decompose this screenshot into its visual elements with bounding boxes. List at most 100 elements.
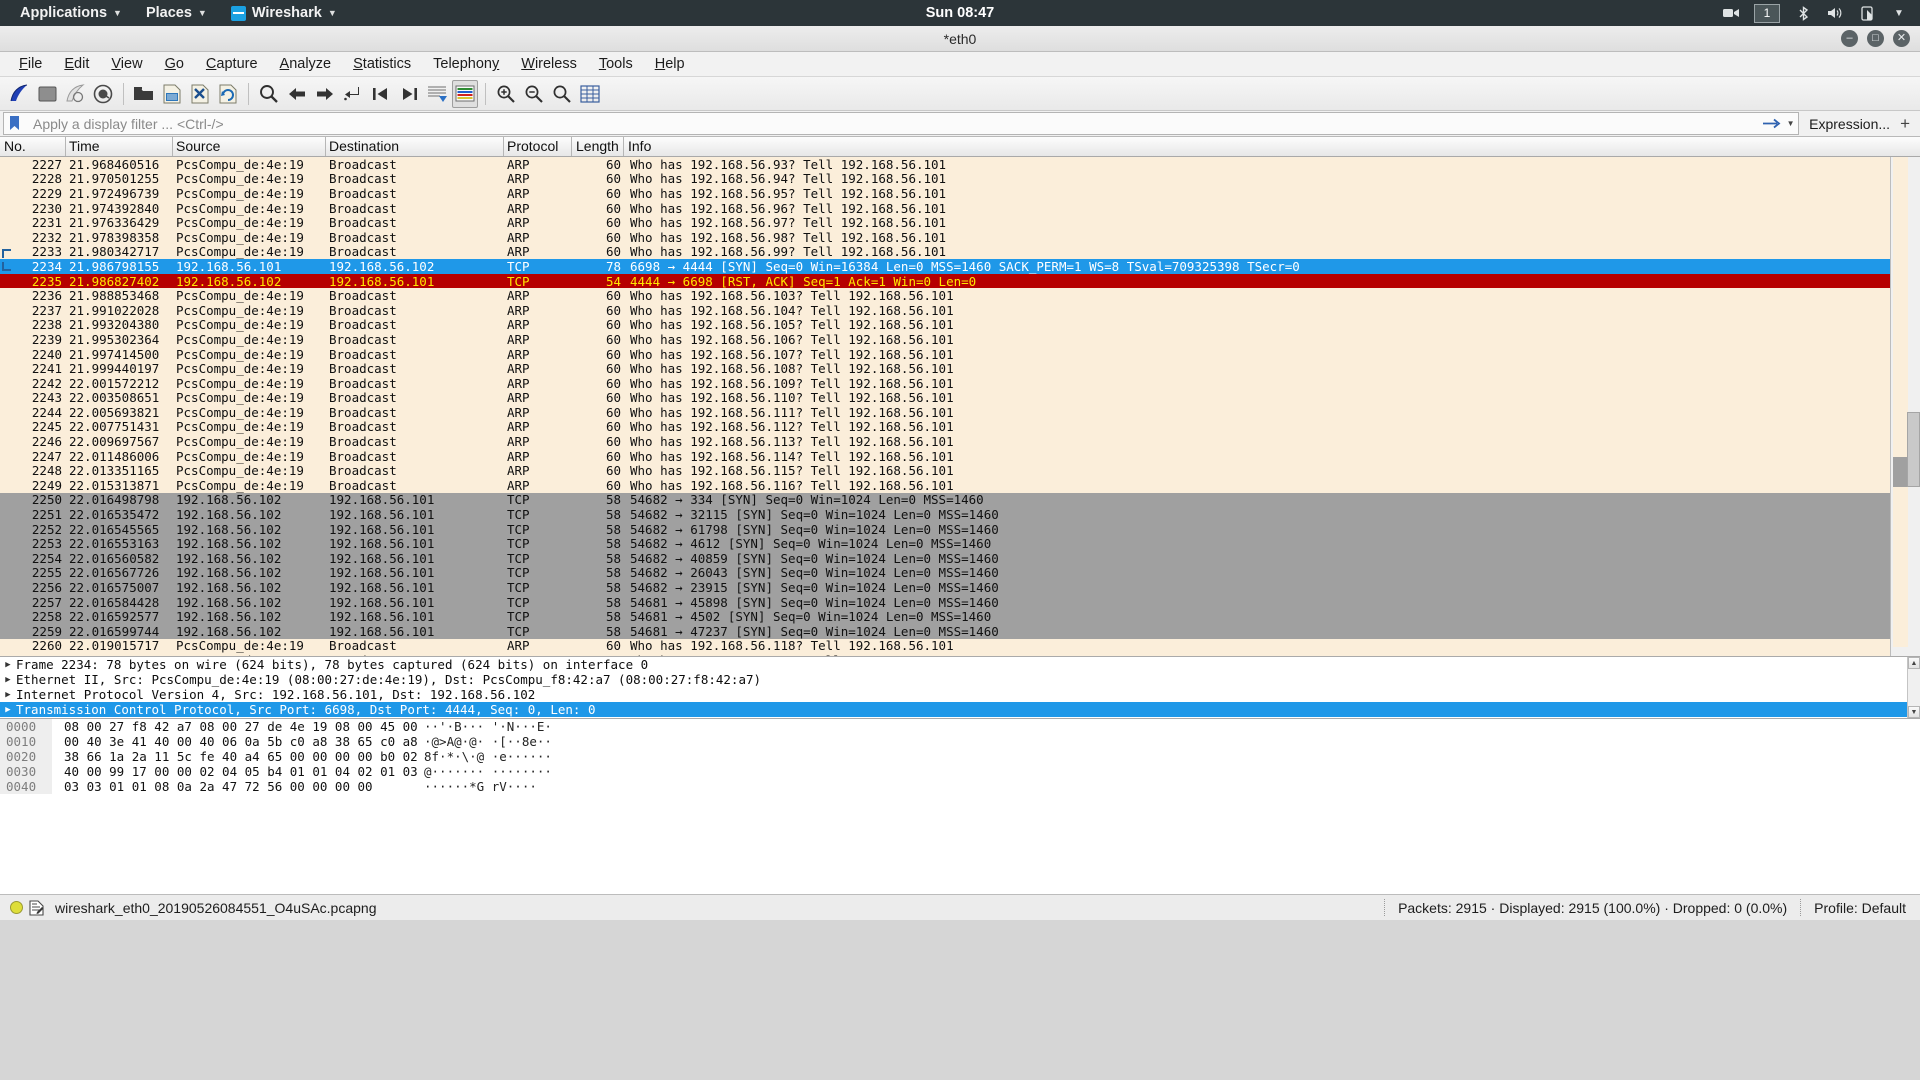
detail-tree-row[interactable]: ▶ Internet Protocol Version 4, Src: 192.1… (0, 687, 1920, 702)
packet-row[interactable]: 2240 21.997414500 PcsCompu_de:4e:19 Broadca… (0, 347, 1920, 362)
packet-row[interactable]: 2258 22.016592577 192.168.56.102 192.168.56… (0, 609, 1920, 624)
column-header-no[interactable]: No. (0, 137, 66, 156)
capture-file-icon[interactable] (29, 899, 44, 916)
zoom-out-icon[interactable] (521, 80, 547, 108)
camera-icon[interactable] (1722, 5, 1740, 21)
apply-filter-button[interactable]: ▼ (1759, 112, 1800, 135)
places-menu[interactable]: Places ▼ (134, 0, 219, 26)
go-forward-icon[interactable] (312, 80, 338, 108)
hex-dump-row[interactable]: 0020 38 66 1a 2a 11 5c fe 40 a4 65 00 00 … (0, 749, 1920, 764)
packet-row[interactable]: 2228 21.970501255 PcsCompu_de:4e:19 Broadca… (0, 171, 1920, 186)
packet-details-tree[interactable]: ▶ Frame 2234: 78 bytes on wire (624 bits)… (0, 657, 1920, 717)
column-header-time[interactable]: Time (66, 137, 173, 156)
restart-capture-icon[interactable] (62, 80, 88, 108)
save-file-icon[interactable] (159, 80, 185, 108)
column-header-protocol[interactable]: Protocol (504, 137, 572, 156)
resize-columns-icon[interactable] (577, 80, 603, 108)
chevron-down-icon[interactable]: ▼ (1890, 5, 1908, 21)
packet-row[interactable]: 2248 22.013351165 PcsCompu_de:4e:19 Broadca… (0, 463, 1920, 478)
go-last-packet-icon[interactable] (396, 80, 422, 108)
maximize-button[interactable]: □ (1867, 30, 1884, 47)
packet-row[interactable]: 2231 21.976336429 PcsCompu_de:4e:19 Broadca… (0, 215, 1920, 230)
packet-row[interactable]: 2239 21.995302364 PcsCompu_de:4e:19 Broadca… (0, 332, 1920, 347)
packet-bytes-list[interactable]: 0000 08 00 27 f8 42 a7 08 00 27 de 4e 19 … (0, 719, 1920, 794)
packet-row[interactable]: 2235 21.986827402 192.168.56.102 192.168.56… (0, 274, 1920, 289)
zoom-reset-icon[interactable] (549, 80, 575, 108)
volume-icon[interactable] (1826, 5, 1844, 21)
packet-row[interactable]: 2227 21.968460516 PcsCompu_de:4e:19 Broadca… (0, 157, 1920, 172)
scroll-up-arrow-icon[interactable]: ▲ (1908, 657, 1920, 669)
hex-dump-row[interactable]: 0030 40 00 99 17 00 00 02 04 05 b4 01 01 … (0, 764, 1920, 779)
packet-row[interactable]: 2251 22.016535472 192.168.56.102 192.168.56… (0, 507, 1920, 522)
expand-triangle-icon[interactable]: ▶ (0, 705, 16, 715)
reload-file-icon[interactable] (215, 80, 241, 108)
applications-menu[interactable]: Applications ▼ (8, 0, 134, 26)
go-back-icon[interactable] (284, 80, 310, 108)
menu-statistics[interactable]: Statistics (342, 54, 422, 74)
column-header-source[interactable]: Source (173, 137, 326, 156)
packet-row[interactable]: 2244 22.005693821 PcsCompu_de:4e:19 Broadca… (0, 405, 1920, 420)
go-to-packet-icon[interactable] (340, 80, 366, 108)
packet-row[interactable]: 2246 22.009697567 PcsCompu_de:4e:19 Broadca… (0, 434, 1920, 449)
packet-row[interactable]: 2241 21.999440197 PcsCompu_de:4e:19 Broadca… (0, 361, 1920, 376)
hex-dump-row[interactable]: 0010 00 40 3e 41 40 00 40 06 0a 5b c0 a8 … (0, 734, 1920, 749)
packet-list-scrollbar[interactable] (1890, 157, 1920, 656)
packet-row[interactable]: 2238 21.993204380 PcsCompu_de:4e:19 Broadca… (0, 317, 1920, 332)
packet-bytes-pane[interactable]: 0000 08 00 27 f8 42 a7 08 00 27 de 4e 19 … (0, 719, 1920, 894)
packet-row[interactable]: 2236 21.988853468 PcsCompu_de:4e:19 Broadca… (0, 288, 1920, 303)
packet-row[interactable]: 2229 21.972496739 PcsCompu_de:4e:19 Broadca… (0, 186, 1920, 201)
capture-options-icon[interactable] (90, 80, 116, 108)
packet-row[interactable]: 2256 22.016575007 192.168.56.102 192.168.56… (0, 580, 1920, 595)
menu-view[interactable]: View (100, 54, 153, 74)
packet-row[interactable]: 2254 22.016560582 192.168.56.102 192.168.56… (0, 551, 1920, 566)
packet-row[interactable]: 2237 21.991022028 PcsCompu_de:4e:19 Broadca… (0, 303, 1920, 318)
packet-row[interactable]: 2252 22.016545565 192.168.56.102 192.168.56… (0, 522, 1920, 537)
scrollbar-thumb[interactable] (1907, 412, 1920, 487)
packet-row[interactable]: 2230 21.974392840 PcsCompu_de:4e:19 Broadca… (0, 201, 1920, 216)
colorize-icon[interactable] (452, 79, 478, 108)
detail-tree-row[interactable]: ▶ Transmission Control Protocol, Src Port… (0, 702, 1920, 717)
column-header-destination[interactable]: Destination (326, 137, 504, 156)
profile-indicator[interactable]: Profile: Default (1814, 900, 1914, 916)
detail-pane-scrollbar[interactable]: ▲ ▼ (1907, 657, 1920, 718)
packet-details-pane[interactable]: ▶ Frame 2234: 78 bytes on wire (624 bits)… (0, 657, 1920, 719)
expert-info-icon[interactable] (10, 901, 23, 914)
menu-analyze[interactable]: Analyze (269, 54, 343, 74)
column-header-info[interactable]: Info (624, 137, 1920, 156)
auto-scroll-icon[interactable] (424, 80, 450, 108)
expand-triangle-icon[interactable]: ▶ (0, 690, 16, 700)
detail-tree-row[interactable]: ▶ Frame 2234: 78 bytes on wire (624 bits)… (0, 657, 1920, 672)
packet-row[interactable]: 2253 22.016553163 192.168.56.102 192.168.56… (0, 536, 1920, 551)
add-filter-button[interactable]: + (1900, 111, 1920, 136)
column-header-length[interactable]: Length (572, 137, 624, 156)
scroll-down-arrow-icon[interactable]: ▼ (1908, 706, 1920, 718)
menu-capture[interactable]: Capture (195, 54, 269, 74)
hex-dump-row[interactable]: 0040 03 03 01 01 08 0a 2a 47 72 56 00 00 … (0, 779, 1920, 794)
start-capture-icon[interactable] (6, 80, 32, 108)
packet-row[interactable]: 2257 22.016584428 192.168.56.102 192.168.56… (0, 595, 1920, 610)
zoom-in-icon[interactable] (493, 80, 519, 108)
packet-row[interactable]: 2259 22.016599744 192.168.56.102 192.168.56… (0, 624, 1920, 639)
packet-row[interactable]: 2247 22.011486006 PcsCompu_de:4e:19 Broadca… (0, 449, 1920, 464)
packet-row[interactable]: 2243 22.003508651 PcsCompu_de:4e:19 Broadca… (0, 390, 1920, 405)
detail-tree-row[interactable]: ▶ Ethernet II, Src: PcsCompu_de:4e:19 (08… (0, 672, 1920, 687)
filter-expression-button[interactable]: Expression... (1799, 111, 1900, 136)
go-first-packet-icon[interactable] (368, 80, 394, 108)
packet-row[interactable]: 2242 22.001572212 PcsCompu_de:4e:19 Broadca… (0, 376, 1920, 391)
packet-list-body[interactable]: 2227 21.968460516 PcsCompu_de:4e:19 Broadca… (0, 157, 1920, 656)
menu-file[interactable]: FFileile (8, 54, 53, 74)
packet-row[interactable]: 2260 22.019015717 PcsCompu_de:4e:19 Broadca… (0, 638, 1920, 653)
packet-row[interactable]: 2249 22.015313871 PcsCompu_de:4e:19 Broadca… (0, 478, 1920, 493)
bookmark-icon[interactable] (3, 112, 25, 135)
close-file-icon[interactable] (187, 80, 213, 108)
expand-triangle-icon[interactable]: ▶ (0, 660, 16, 670)
stop-capture-icon[interactable] (34, 80, 60, 108)
packet-row[interactable]: 2232 21.978398358 PcsCompu_de:4e:19 Broadca… (0, 230, 1920, 245)
menu-edit[interactable]: Edit (53, 54, 100, 74)
open-file-icon[interactable] (131, 80, 157, 108)
display-filter-input[interactable]: Apply a display filter ... <Ctrl-/> (25, 112, 1760, 135)
menu-tools[interactable]: Tools (588, 54, 644, 74)
packet-row[interactable]: 2255 22.016567726 192.168.56.102 192.168.56… (0, 565, 1920, 580)
packet-list[interactable]: No. Time Source Destination Protocol Len… (0, 137, 1920, 657)
menu-wireless[interactable]: Wireless (510, 54, 588, 74)
